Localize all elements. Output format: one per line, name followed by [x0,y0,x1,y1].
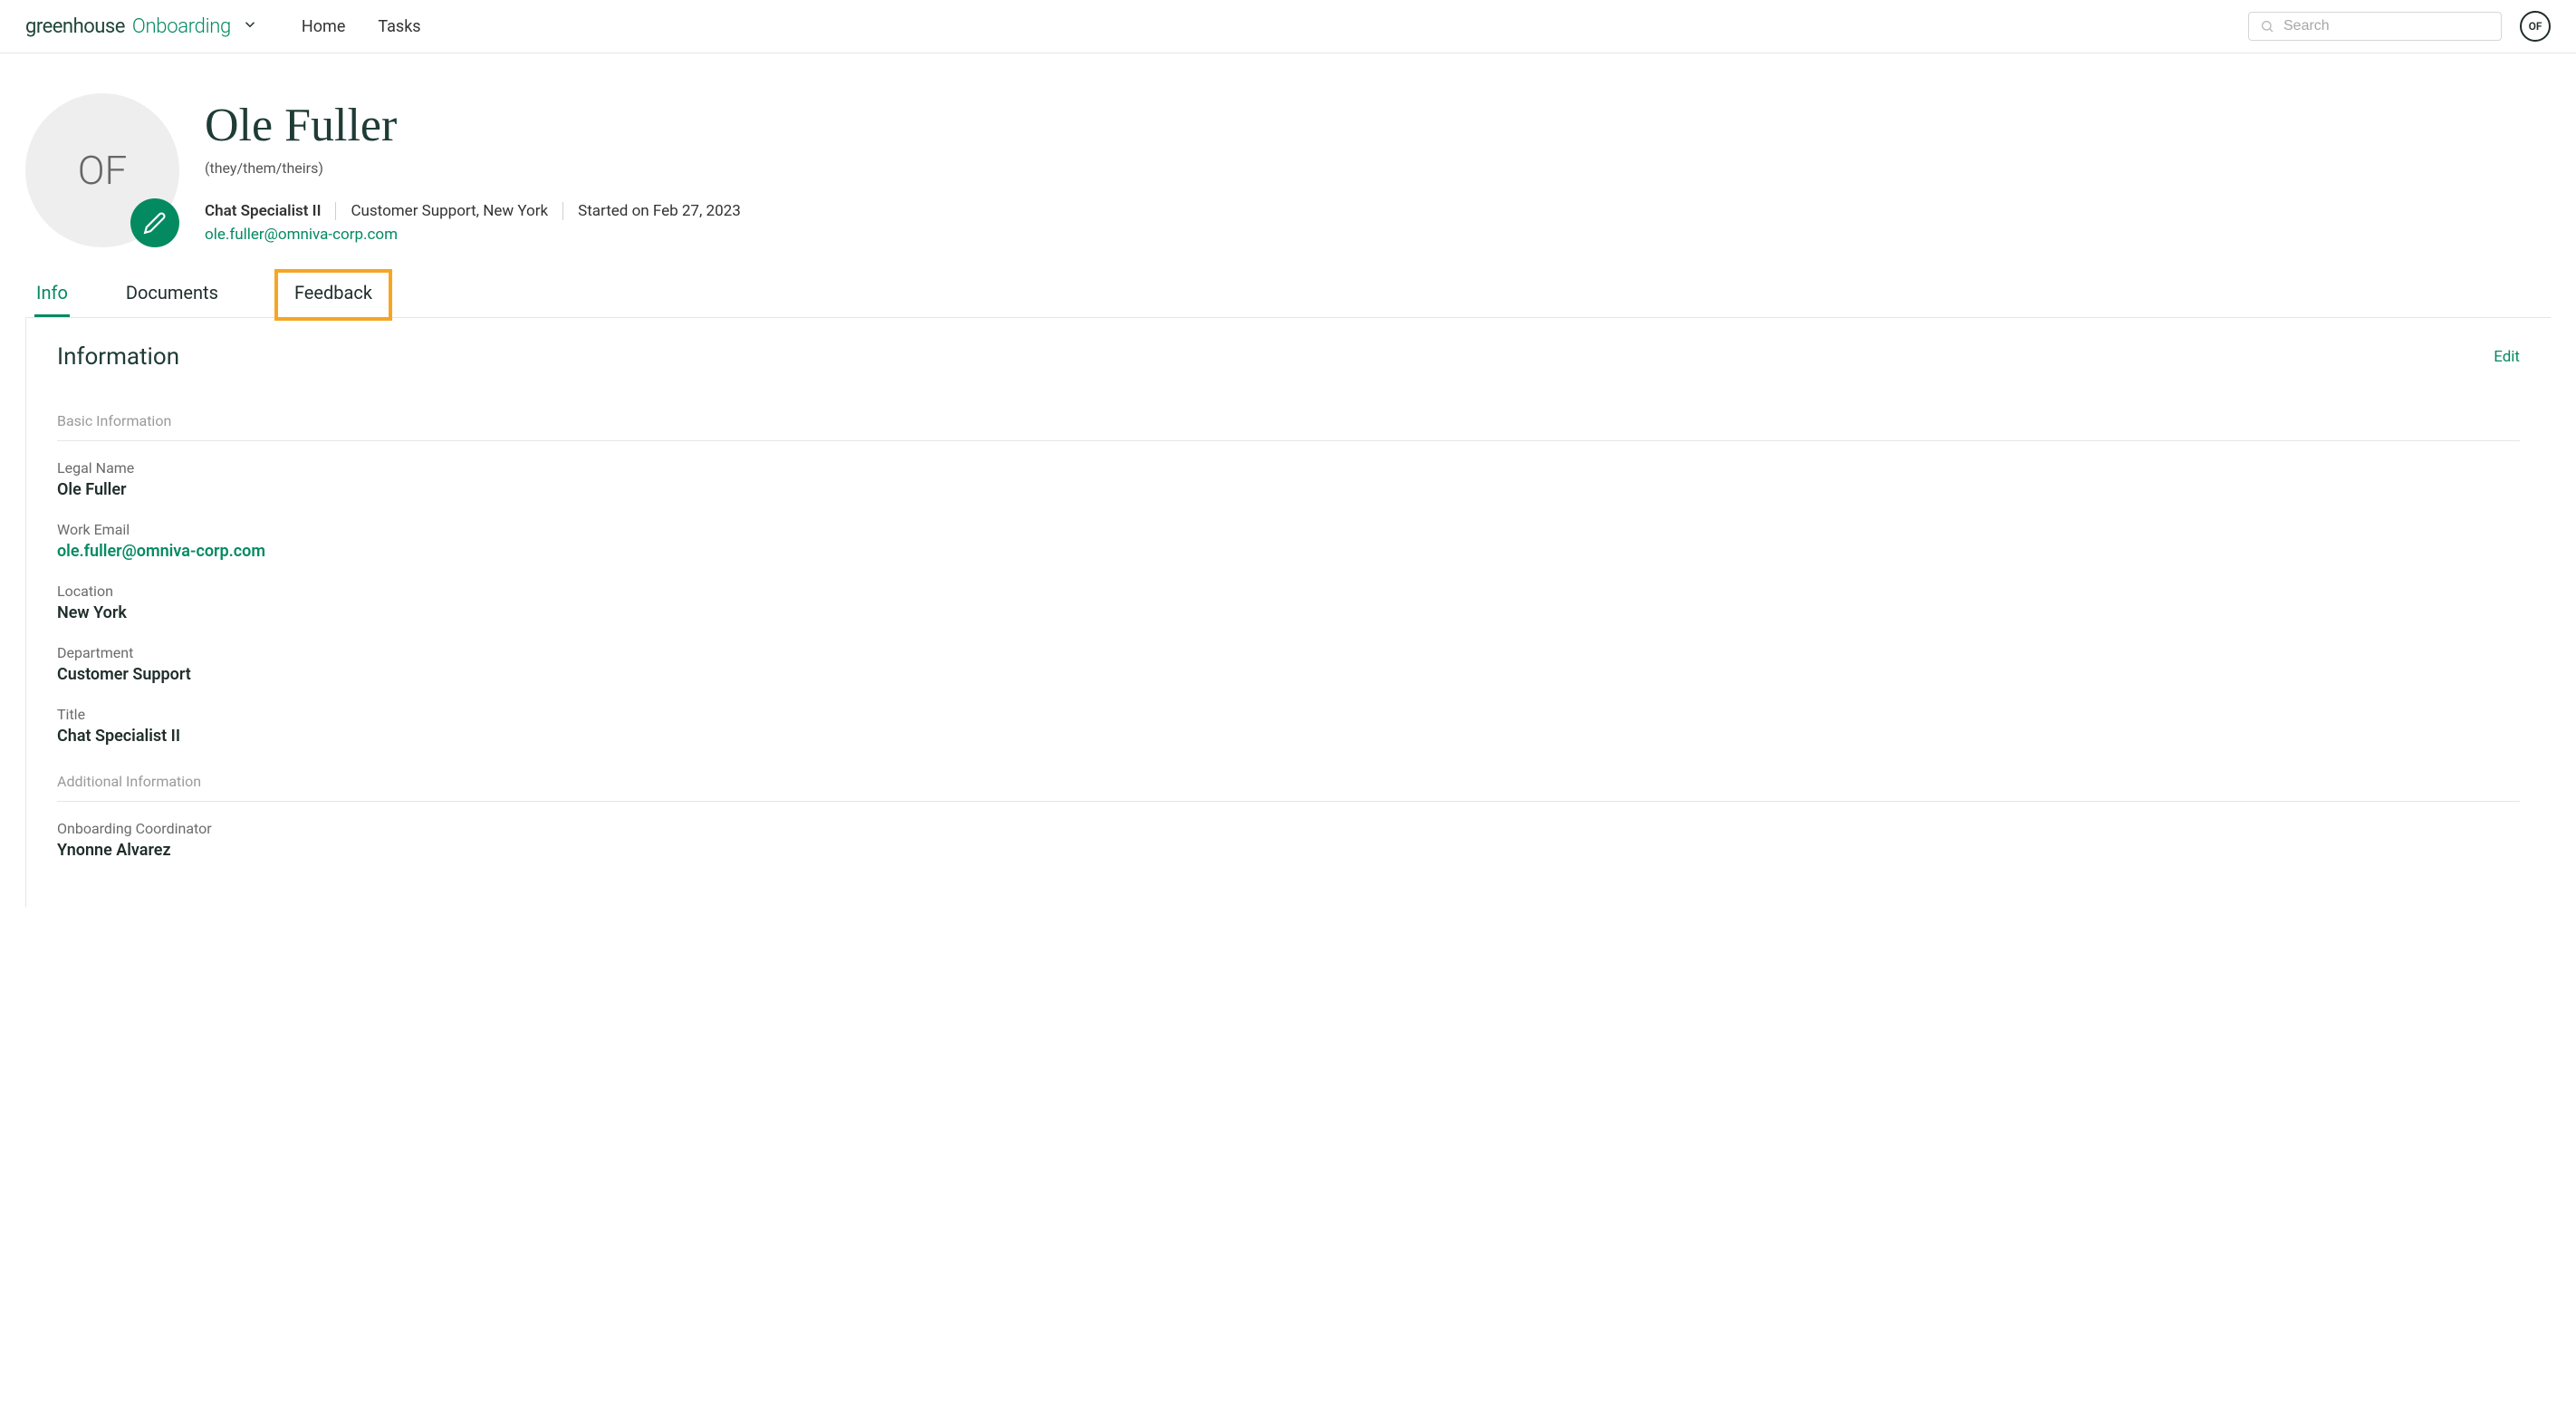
field-location: Location New York [57,583,2520,622]
tab-feedback[interactable]: Feedback [274,269,392,321]
section-additional: Additional Information [57,773,2520,802]
tab-info[interactable]: Info [34,276,70,317]
field-label: Legal Name [57,459,2520,477]
search-input[interactable] [2283,18,2490,34]
field-work-email: Work Email ole.fuller@omniva-corp.com [57,521,2520,561]
brand-switcher[interactable]: greenhouse Onboarding [25,15,258,38]
field-value: Chat Specialist II [57,727,2520,746]
meta-divider [335,202,336,220]
nav-tasks[interactable]: Tasks [378,17,420,36]
edit-avatar-button[interactable] [130,198,179,247]
field-value: Customer Support [57,665,2520,684]
profile-dept-loc: Customer Support, New York [351,202,548,220]
nav-home[interactable]: Home [302,17,345,36]
field-coordinator: Onboarding Coordinator Ynonne Alvarez [57,820,2520,860]
avatar-wrap: OF [25,93,179,247]
field-department: Department Customer Support [57,644,2520,684]
info-panel: Information Edit Basic Information Legal… [25,317,2551,907]
pencil-icon [143,211,167,235]
primary-nav: Home Tasks [302,17,421,36]
chevron-down-icon [242,16,258,36]
profile-title: Chat Specialist II [205,202,321,220]
field-label: Onboarding Coordinator [57,820,2520,837]
search-field[interactable] [2248,12,2502,41]
section-basic: Basic Information [57,412,2520,441]
profile-pronouns: (they/them/theirs) [205,159,741,177]
field-label: Location [57,583,2520,600]
profile-meta: Chat Specialist II Customer Support, New… [205,202,741,220]
page-body: OF Ole Fuller (they/them/theirs) Chat Sp… [0,53,2576,907]
profile-start-date: Started on Feb 27, 2023 [578,202,741,220]
profile-tabs: Info Documents Feedback [25,276,2551,317]
brand-greenhouse: greenhouse [25,15,125,38]
field-label: Work Email [57,521,2520,538]
edit-button[interactable]: Edit [2494,348,2520,366]
panel-title: Information [57,343,179,371]
brand-onboarding: Onboarding [132,15,231,38]
profile-header: OF Ole Fuller (they/them/theirs) Chat Sp… [25,93,2551,247]
search-icon [2260,19,2274,34]
tab-documents[interactable]: Documents [124,276,220,317]
field-value: Ynonne Alvarez [57,841,2520,860]
field-legal-name: Legal Name Ole Fuller [57,459,2520,499]
field-value: New York [57,603,2520,622]
profile-email[interactable]: ole.fuller@omniva-corp.com [205,226,398,244]
field-label: Title [57,706,2520,723]
field-title: Title Chat Specialist II [57,706,2520,746]
topbar-right: OF [2248,11,2551,42]
meta-divider [562,202,563,220]
field-value: Ole Fuller [57,480,2520,499]
current-user-avatar[interactable]: OF [2520,11,2551,42]
panel-header: Information Edit [57,343,2520,371]
field-label: Department [57,644,2520,661]
topbar: greenhouse Onboarding Home Tasks OF [0,0,2576,53]
profile-info: Ole Fuller (they/them/theirs) Chat Speci… [205,93,741,244]
field-value-email[interactable]: ole.fuller@omniva-corp.com [57,542,2520,561]
profile-name: Ole Fuller [205,99,741,152]
